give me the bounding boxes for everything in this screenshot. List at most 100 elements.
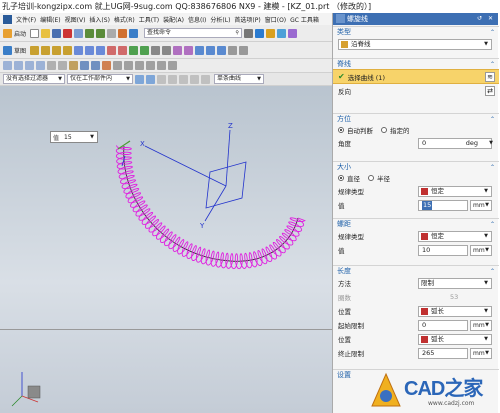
zoom-icon[interactable] [14, 61, 23, 70]
menu-view[interactable]: 视图(V) [63, 15, 88, 24]
new-file-icon[interactable] [30, 28, 40, 38]
background-icon[interactable] [135, 61, 144, 70]
orient-view-icon[interactable] [58, 61, 67, 70]
perspective-icon[interactable] [157, 61, 166, 70]
curve-rule-dropdown[interactable]: 单条曲线 ▼ [214, 74, 264, 84]
size-law-dropdown[interactable]: 恒定 ▼ [418, 185, 492, 197]
subtract-icon[interactable] [85, 45, 95, 55]
wcs-icon[interactable] [91, 61, 100, 70]
length-section-header[interactable]: 长度 ⌃ [333, 265, 499, 276]
repeat-command-icon[interactable] [107, 28, 117, 38]
snap-point-icon[interactable] [157, 74, 166, 84]
radius-radio[interactable] [368, 175, 374, 181]
cylinder-icon[interactable] [41, 45, 51, 55]
deselect-icon[interactable] [146, 74, 155, 84]
menu-file[interactable]: 文件(F) [14, 15, 38, 24]
pan-icon[interactable] [36, 61, 45, 70]
onscreen-value-input[interactable]: 值 15 ▼ [50, 131, 98, 143]
sketch-icon[interactable] [255, 28, 265, 38]
diameter-radio[interactable] [338, 175, 344, 181]
menu-analysis[interactable]: 分析(L) [208, 15, 232, 24]
onscreen-value-field[interactable]: 15 [61, 134, 90, 141]
show-hide-icon[interactable] [80, 61, 89, 70]
pattern-icon[interactable] [151, 45, 161, 55]
menu-gc-toolbox[interactable]: GC 工具箱 [288, 15, 321, 24]
size-section-header[interactable]: 大小 ⌃ [333, 161, 499, 172]
angle-unit-chevron-icon[interactable]: ▼ [489, 140, 493, 146]
command-search-input[interactable]: 查找命令 ⚲ [144, 28, 243, 38]
fit-view-icon[interactable] [3, 61, 12, 70]
draft-icon[interactable] [140, 45, 150, 55]
sphere-icon[interactable] [63, 45, 73, 55]
datum-csys-icon[interactable] [217, 45, 227, 55]
menu-insert[interactable]: 插入(S) [87, 15, 112, 24]
end-limit-input[interactable]: 265 [418, 347, 468, 359]
split-body-icon[interactable] [184, 45, 194, 55]
pitch-law-dropdown[interactable]: 恒定 ▼ [418, 230, 492, 242]
block-icon[interactable] [30, 45, 40, 55]
touch-mode-icon[interactable] [118, 28, 128, 38]
menu-information[interactable]: 信息(I) [186, 15, 208, 24]
start-position-dropdown[interactable]: 弧长 ▼ [418, 305, 492, 317]
close-icon[interactable]: ✕ [486, 14, 495, 23]
revolve-icon[interactable] [277, 28, 287, 38]
menu-tools[interactable]: 工具(T) [137, 15, 161, 24]
spine-curve[interactable] [123, 145, 299, 262]
selection-scope-dropdown[interactable]: 仅在工作部件内 ▼ [67, 74, 133, 84]
shell-icon[interactable] [129, 45, 139, 55]
lighting-icon[interactable] [146, 61, 155, 70]
cone-icon[interactable] [52, 45, 62, 55]
intersect-icon[interactable] [96, 45, 106, 55]
datum-axis-icon[interactable] [206, 45, 216, 55]
measure-icon[interactable] [228, 45, 238, 55]
menu-assembly[interactable]: 装配(A) [161, 15, 186, 24]
center-icon[interactable] [190, 74, 199, 84]
edge-blend-icon[interactable] [107, 45, 117, 55]
sketch-button[interactable]: 草图 [14, 46, 26, 55]
orientation-section-header[interactable]: 方位 ⌃ [333, 113, 499, 124]
save-icon[interactable] [52, 28, 62, 38]
menu-format[interactable]: 格式(R) [112, 15, 137, 24]
start-unit-dropdown[interactable]: mm ▼ [470, 319, 492, 331]
more-tools-icon[interactable] [239, 45, 249, 55]
hole-icon[interactable] [288, 28, 298, 38]
type-dropdown[interactable]: 沿脊线 ▼ [338, 39, 492, 50]
open-folder-icon[interactable] [41, 28, 51, 38]
end-unit-dropdown[interactable]: mm ▼ [470, 347, 492, 359]
end-position-dropdown[interactable]: 弧长 ▼ [418, 333, 492, 345]
size-unit-dropdown[interactable]: mm ▼ [470, 199, 492, 211]
select-all-icon[interactable] [135, 74, 144, 84]
window-icon[interactable] [129, 28, 139, 38]
menu-edit[interactable]: 编辑(E) [38, 15, 62, 24]
render-style-icon[interactable] [47, 61, 56, 70]
visualization-icon[interactable] [168, 61, 177, 70]
midpoint-icon[interactable] [179, 74, 188, 84]
trim-body-icon[interactable] [173, 45, 183, 55]
length-method-dropdown[interactable]: 限制 ▼ [418, 277, 492, 289]
datum-plane-icon[interactable] [195, 45, 205, 55]
intersection-icon[interactable] [201, 74, 210, 84]
specified-radio[interactable] [381, 127, 387, 133]
pitch-value-input[interactable]: 10 [418, 244, 468, 256]
chamfer-icon[interactable] [118, 45, 128, 55]
sketch-tool-icon[interactable] [3, 45, 12, 55]
reset-icon[interactable]: ↺ [475, 14, 484, 23]
reverse-direction-icon[interactable]: ⇄ [485, 86, 495, 96]
start-limit-input[interactable]: 0 [418, 319, 468, 331]
mirror-icon[interactable] [162, 45, 172, 55]
section-view-icon[interactable] [113, 61, 122, 70]
redo-icon[interactable] [96, 28, 106, 38]
selection-filter-dropdown[interactable]: 没有选择过滤器 ▼ [3, 74, 65, 84]
edit-object-display-icon[interactable] [102, 61, 111, 70]
menu-window[interactable]: 窗口(O) [263, 15, 288, 24]
layer-settings-icon[interactable] [69, 61, 78, 70]
view-triad-cube-icon[interactable] [27, 385, 41, 399]
spine-section-header[interactable]: 脊线 ⌃ [333, 58, 499, 69]
extrude-icon[interactable] [266, 28, 276, 38]
undo-icon[interactable] [85, 28, 95, 38]
copy-icon[interactable] [74, 28, 84, 38]
help-icon[interactable] [244, 28, 254, 38]
snap-view-icon[interactable] [124, 61, 133, 70]
pitch-unit-dropdown[interactable]: mm ▼ [470, 244, 492, 256]
cut-icon[interactable] [63, 28, 73, 38]
